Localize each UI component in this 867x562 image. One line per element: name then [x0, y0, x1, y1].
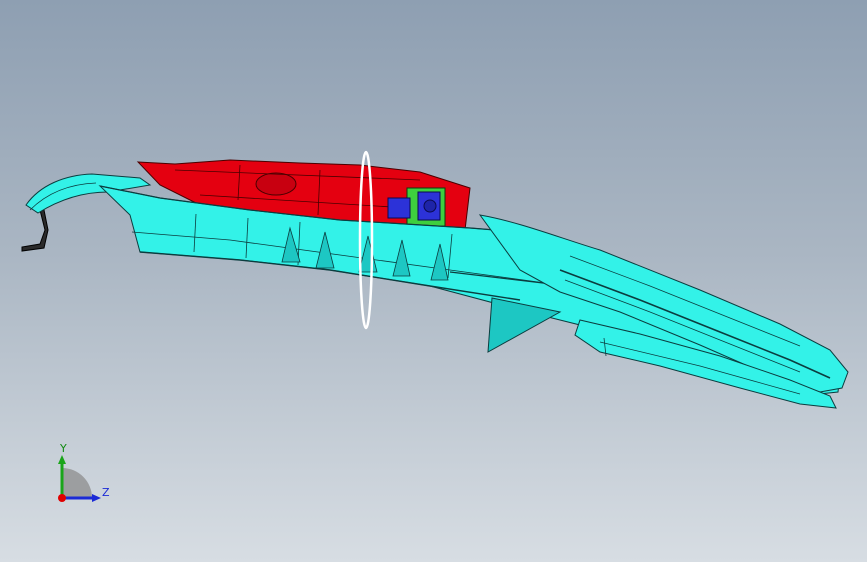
origin-dot — [58, 494, 66, 502]
left-hook-bracket[interactable] — [21, 209, 49, 252]
frame-hole — [255, 172, 297, 196]
graphics-viewport[interactable]: Y Z — [0, 0, 867, 562]
coordinate-triad — [48, 440, 118, 510]
z-axis-label: Z — [102, 486, 110, 499]
cad-model-view[interactable] — [0, 0, 867, 562]
triad-plane-indicator — [62, 468, 92, 498]
y-axis-label: Y — [60, 442, 67, 455]
